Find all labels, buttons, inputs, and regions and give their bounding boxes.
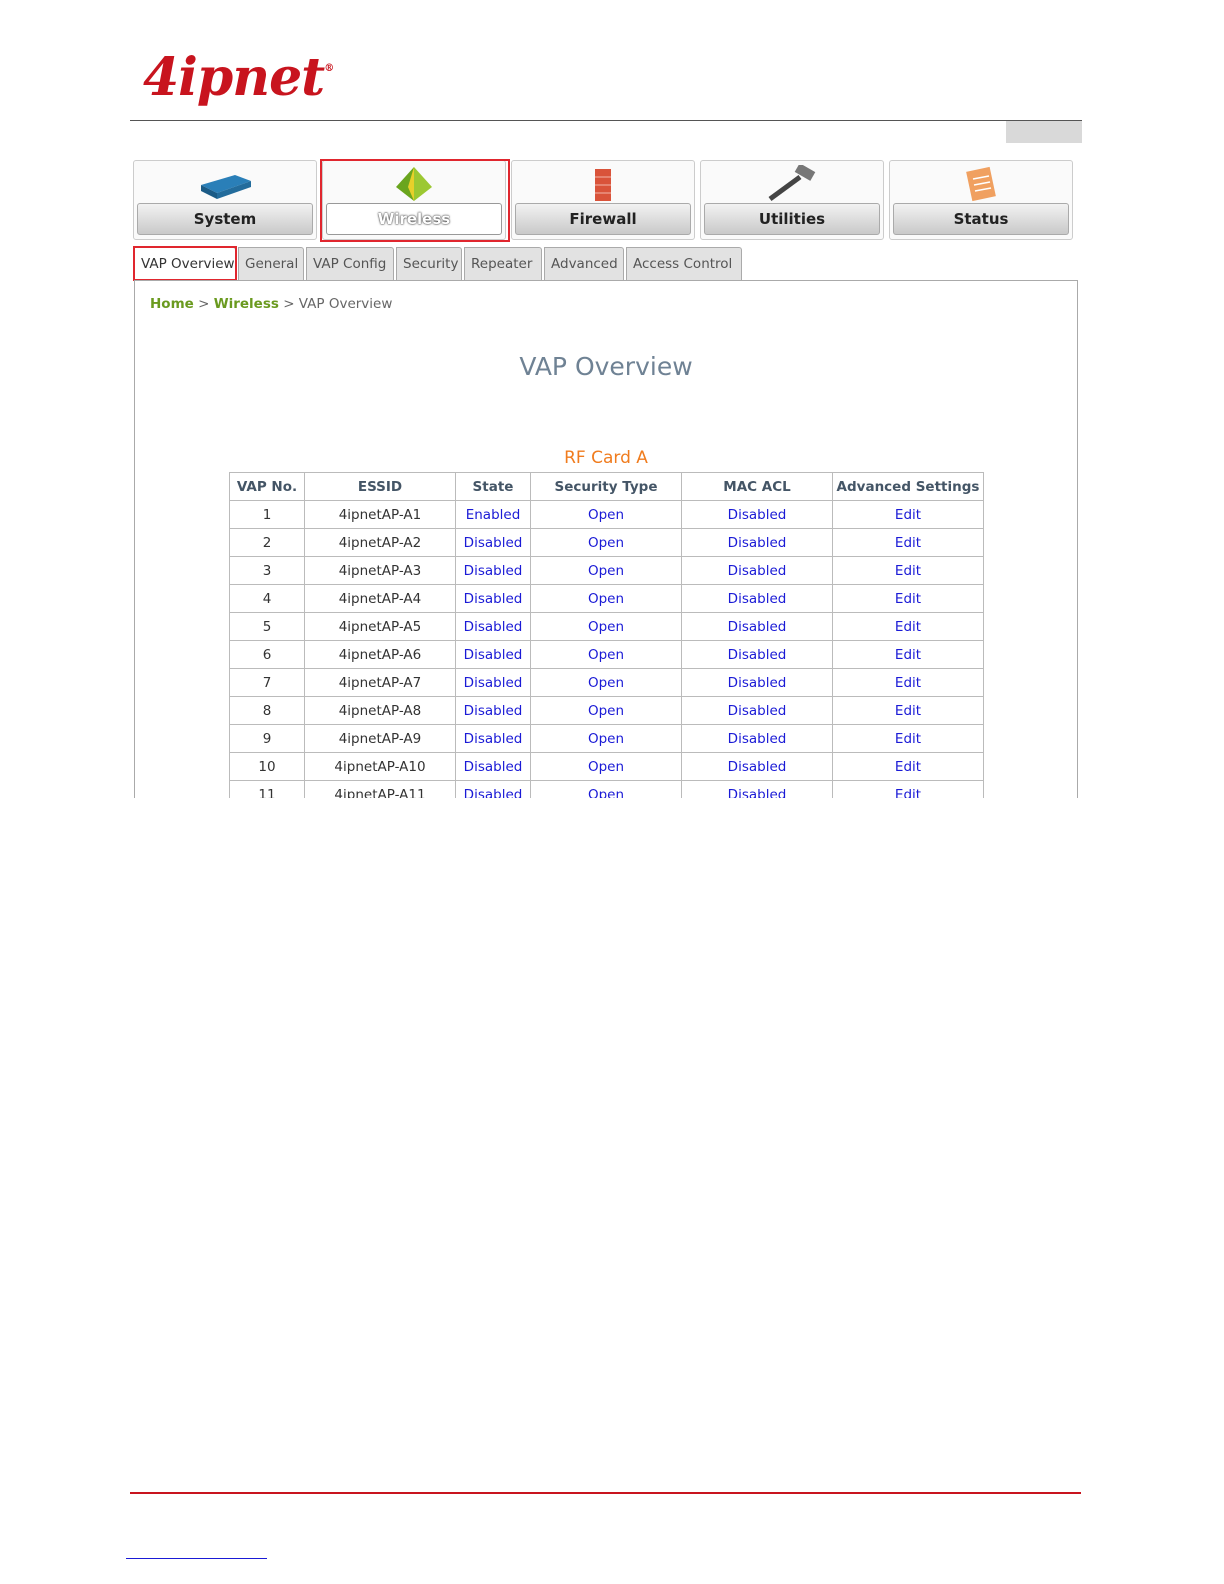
nav-firewall-label: Firewall [515, 203, 691, 235]
nav-system[interactable]: System [133, 160, 317, 240]
notepad-icon [966, 166, 996, 202]
col-essid: ESSID [304, 472, 456, 501]
security-type-link[interactable]: Open [530, 528, 682, 557]
edit-link[interactable]: Edit [832, 528, 984, 557]
tab-repeater[interactable]: Repeater [464, 247, 542, 280]
edit-link[interactable]: Edit [832, 556, 984, 585]
screenshot-crop-mask [0, 798, 1224, 1498]
mac-acl-link[interactable]: Disabled [681, 500, 833, 529]
security-type-link[interactable]: Open [530, 612, 682, 641]
mac-acl-link[interactable]: Disabled [681, 556, 833, 585]
security-type-link[interactable]: Open [530, 584, 682, 613]
security-type-link[interactable]: Open [530, 556, 682, 585]
security-type-link[interactable]: Open [530, 668, 682, 697]
breadcrumb-home[interactable]: Home [150, 296, 194, 312]
brand-logo: 4ipnet® [143, 47, 334, 108]
header-gray-box [1006, 121, 1082, 143]
col-vap-no: VAP No. [229, 472, 305, 501]
tab-access-control[interactable]: Access Control [626, 247, 742, 280]
brick-wall-icon [595, 169, 611, 201]
tab-security[interactable]: Security [396, 247, 462, 280]
mac-acl-link[interactable]: Disabled [681, 668, 833, 697]
table-row: 1 4ipnetAP-A1 Enabled Open Disabled Edit [229, 500, 984, 529]
breadcrumb-wireless[interactable]: Wireless [214, 296, 279, 312]
state-link[interactable]: Disabled [455, 640, 531, 669]
page-title: VAP Overview [519, 352, 693, 381]
table-row: 7 4ipnetAP-A7 Disabled Open Disabled Edi… [229, 668, 984, 697]
security-type-link[interactable]: Open [530, 640, 682, 669]
edit-link[interactable]: Edit [832, 612, 984, 641]
footnote-rule [126, 1558, 267, 1559]
state-link[interactable]: Disabled [455, 612, 531, 641]
table-row: 10 4ipnetAP-A10 Disabled Open Disabled E… [229, 752, 984, 781]
mac-acl-link[interactable]: Disabled [681, 696, 833, 725]
edit-link[interactable]: Edit [832, 668, 984, 697]
table-header-row: VAP No. ESSID State Security Type MAC AC… [229, 472, 984, 501]
state-link[interactable]: Disabled [455, 528, 531, 557]
state-link[interactable]: Disabled [455, 752, 531, 781]
footer-divider [130, 1492, 1081, 1494]
mac-acl-link[interactable]: Disabled [681, 752, 833, 781]
tab-general[interactable]: General [238, 247, 304, 280]
nav-utilities-label: Utilities [704, 203, 880, 235]
mac-acl-link[interactable]: Disabled [681, 612, 833, 641]
security-type-link[interactable]: Open [530, 696, 682, 725]
table-row: 6 4ipnetAP-A6 Disabled Open Disabled Edi… [229, 640, 984, 669]
col-state: State [455, 472, 531, 501]
state-link[interactable]: Disabled [455, 696, 531, 725]
edit-link[interactable]: Edit [832, 500, 984, 529]
state-link[interactable]: Disabled [455, 584, 531, 613]
col-advanced-settings: Advanced Settings [832, 472, 984, 501]
col-mac-acl: MAC ACL [681, 472, 833, 501]
edit-link[interactable]: Edit [832, 640, 984, 669]
table-row: 3 4ipnetAP-A3 Disabled Open Disabled Edi… [229, 556, 984, 585]
router-icon [201, 175, 251, 199]
nav-utilities[interactable]: Utilities [700, 160, 884, 240]
main-nav: System Wireless Firewall Utilities Statu… [133, 160, 1075, 242]
nav-system-label: System [137, 203, 313, 235]
hammer-icon [768, 165, 816, 202]
mac-acl-link[interactable]: Disabled [681, 640, 833, 669]
breadcrumb-current: VAP Overview [298, 296, 393, 312]
edit-link[interactable]: Edit [832, 724, 984, 753]
nav-status-label: Status [893, 203, 1069, 235]
security-type-link[interactable]: Open [530, 752, 682, 781]
tab-advanced[interactable]: Advanced [544, 247, 624, 280]
table-row: 2 4ipnetAP-A2 Disabled Open Disabled Edi… [229, 528, 984, 557]
nav-status[interactable]: Status [889, 160, 1073, 240]
state-link[interactable]: Disabled [455, 724, 531, 753]
edit-link[interactable]: Edit [832, 584, 984, 613]
mac-acl-link[interactable]: Disabled [681, 584, 833, 613]
table-row: 4 4ipnetAP-A4 Disabled Open Disabled Edi… [229, 584, 984, 613]
nav-firewall[interactable]: Firewall [511, 160, 695, 240]
security-type-link[interactable]: Open [530, 500, 682, 529]
highlight-vap-overview-tab [133, 246, 237, 281]
rf-card-title: RF Card A [564, 448, 648, 468]
mac-acl-link[interactable]: Disabled [681, 724, 833, 753]
state-link[interactable]: Disabled [455, 556, 531, 585]
tab-vap-config[interactable]: VAP Config [306, 247, 394, 280]
header-divider [130, 120, 1082, 121]
edit-link[interactable]: Edit [832, 696, 984, 725]
highlight-wireless [320, 159, 510, 242]
state-link[interactable]: Enabled [455, 500, 531, 529]
security-type-link[interactable]: Open [530, 724, 682, 753]
breadcrumb: Home > Wireless > VAP Overview [150, 296, 393, 312]
col-security-type: Security Type [530, 472, 682, 501]
vap-table: VAP No. ESSID State Security Type MAC AC… [229, 472, 984, 809]
state-link[interactable]: Disabled [455, 668, 531, 697]
table-row: 8 4ipnetAP-A8 Disabled Open Disabled Edi… [229, 696, 984, 725]
table-row: 5 4ipnetAP-A5 Disabled Open Disabled Edi… [229, 612, 984, 641]
edit-link[interactable]: Edit [832, 752, 984, 781]
mac-acl-link[interactable]: Disabled [681, 528, 833, 557]
table-row: 9 4ipnetAP-A9 Disabled Open Disabled Edi… [229, 724, 984, 753]
